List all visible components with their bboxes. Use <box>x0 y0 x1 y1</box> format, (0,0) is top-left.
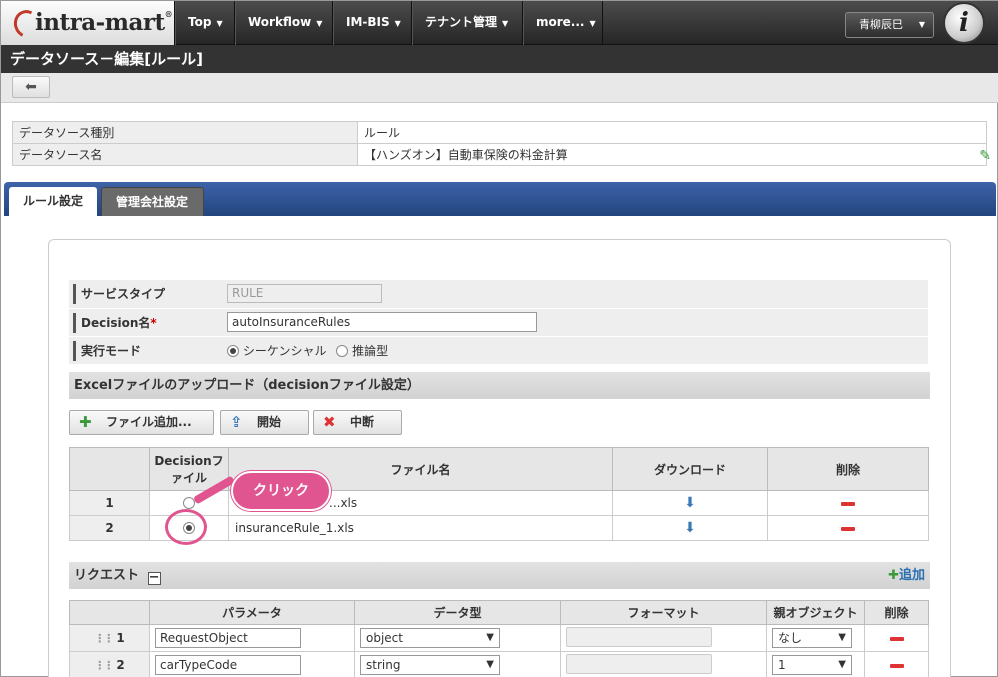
download-icon[interactable]: ⬇ <box>684 495 696 511</box>
close-icon: ✖ <box>323 413 336 431</box>
column-header: パラメータ <box>149 600 355 625</box>
delete-icon[interactable] <box>841 526 855 531</box>
column-header: 削除 <box>767 447 929 491</box>
collapse-icon[interactable]: − <box>147 571 161 585</box>
column-header: データ型 <box>354 600 561 625</box>
column-header: 親オブジェクト <box>766 600 865 625</box>
info-value: ルール <box>357 121 987 144</box>
tab-bar: ルール設定 管理会社設定 <box>4 182 996 216</box>
info-label: データソース種別 <box>12 121 358 144</box>
nav-item-workflow[interactable]: Workflow ▼ <box>235 1 333 45</box>
column-header: 削除 <box>864 600 929 625</box>
plus-icon: ✚ <box>79 413 92 431</box>
start-upload-button[interactable]: ⇪ 開始 <box>220 410 309 435</box>
service-type-label: サービスタイプ <box>69 280 227 309</box>
chevron-down-icon: ▼ <box>918 20 925 29</box>
chevron-down-icon: ▼ <box>502 19 509 28</box>
service-type-field: RULE <box>227 284 382 304</box>
decision-name-label: Decision名* <box>69 308 227 337</box>
highlight-ring <box>165 509 207 545</box>
download-icon[interactable]: ⬇ <box>684 520 696 536</box>
rule-form: サービスタイプ RULE Decision名* autoInsuranceRul… <box>69 280 928 365</box>
intra-mart-logo[interactable]: intra-mart® <box>1 1 175 45</box>
info-label: データソース名 <box>12 143 358 166</box>
column-header: ダウンロード <box>612 447 768 491</box>
chevron-down-icon: ▼ <box>216 19 223 28</box>
info-row: データソース種別 ルール <box>12 121 987 144</box>
upload-section-heading: Excelファイルのアップロード（decisionファイル設定） <box>69 372 930 399</box>
data-type-select[interactable]: object ▼ <box>360 628 500 648</box>
cancel-upload-button[interactable]: ✖ 中断 <box>313 410 402 435</box>
edit-pencil-icon[interactable]: ✎ <box>979 148 991 164</box>
parameter-input[interactable]: carTypeCode <box>155 655 301 675</box>
nav-item-more[interactable]: more... ▼ <box>523 1 603 45</box>
back-button[interactable]: ⬅ <box>12 76 50 98</box>
delete-icon[interactable] <box>889 636 904 641</box>
row-number: ⋮⋮ 1 <box>69 624 150 652</box>
tab-rule-settings[interactable]: ルール設定 <box>9 187 97 216</box>
decision-name-input[interactable]: autoInsuranceRules <box>227 312 537 332</box>
drag-handle-icon[interactable]: ⋮⋮ <box>94 632 114 645</box>
chevron-down-icon: ▼ <box>838 659 846 670</box>
add-file-button[interactable]: ✚ ファイル追加... <box>69 410 214 435</box>
parent-object-select[interactable]: なし ▼ <box>772 628 852 648</box>
request-table: パラメータ データ型 フォーマット 親オブジェクト 削除 ⋮⋮ 1 Reques… <box>69 600 929 677</box>
top-nav-bar: intra-mart® Top ▼ Workflow ▼ IM-BIS ▼ テナント管… <box>1 1 998 45</box>
delete-icon[interactable] <box>889 663 904 668</box>
column-header: フォーマット <box>560 600 767 625</box>
plus-icon: ✚ <box>888 568 899 583</box>
mode-inference-label: 推論型 <box>352 343 389 358</box>
row-number: 2 <box>69 515 150 541</box>
add-request-button[interactable]: ✚追加 <box>888 562 925 589</box>
delete-icon[interactable] <box>841 501 855 506</box>
format-input <box>566 626 712 647</box>
mode-sequential-label: シーケンシャル <box>242 343 327 358</box>
info-value: 【ハンズオン】自動車保険の料金計算 <box>357 143 987 166</box>
tab-company-settings[interactable]: 管理会社設定 <box>101 187 204 216</box>
click-callout: クリック <box>231 471 331 511</box>
table-row: ⋮⋮ 2 carTypeCode string ▼ 1 ▼ <box>69 651 929 677</box>
required-mark: * <box>150 315 157 330</box>
chevron-down-icon: ▼ <box>394 19 401 28</box>
logo-wordmark: intra-mart® <box>35 9 173 36</box>
parameter-input[interactable]: RequestObject <box>155 628 301 648</box>
upload-icon: ⇪ <box>230 413 243 431</box>
page-title: データソース－編集[ルール] <box>1 45 998 73</box>
chevron-down-icon: ▼ <box>589 19 596 28</box>
chevron-down-icon: ▼ <box>486 632 494 643</box>
table-row: ⋮⋮ 1 RequestObject object ▼ なし ▼ <box>69 624 929 652</box>
arrow-left-icon: ⬅ <box>25 79 37 95</box>
mode-inference-radio[interactable] <box>336 344 349 357</box>
row-number: 1 <box>69 490 150 516</box>
drag-handle-icon[interactable]: ⋮⋮ <box>94 659 114 672</box>
chevron-down-icon: ▼ <box>838 632 846 643</box>
user-menu-button[interactable]: 青柳辰巳 ▼ <box>845 12 934 38</box>
parent-object-select[interactable]: 1 ▼ <box>772 655 852 675</box>
info-row: データソース名 【ハンズオン】自動車保険の料金計算 <box>12 143 987 166</box>
row-number: ⋮⋮ 2 <box>69 651 150 677</box>
file-name: insuranceRule_1.xls <box>228 515 613 541</box>
mode-sequential-radio[interactable] <box>227 344 239 357</box>
datasource-info-table: データソース種別 ルール データソース名 【ハンズオン】自動車保険の料金計算 <box>12 121 987 166</box>
data-type-select[interactable]: string ▼ <box>360 655 500 675</box>
toolbar: ⬅ <box>1 73 998 103</box>
execution-mode-label: 実行モード <box>69 336 227 365</box>
chevron-down-icon: ▼ <box>316 19 323 28</box>
request-section-heading: リクエスト − ✚追加 <box>69 562 930 589</box>
column-header <box>69 600 150 625</box>
column-header <box>69 447 150 491</box>
nav-item-im-bis[interactable]: IM-BIS ▼ <box>333 1 412 45</box>
chevron-down-icon: ▼ <box>486 659 494 670</box>
info-icon[interactable]: i <box>943 2 985 44</box>
format-input <box>566 653 712 674</box>
nav-item-top[interactable]: Top ▼ <box>175 1 235 45</box>
nav-item-tenant[interactable]: テナント管理 ▼ <box>412 1 523 45</box>
